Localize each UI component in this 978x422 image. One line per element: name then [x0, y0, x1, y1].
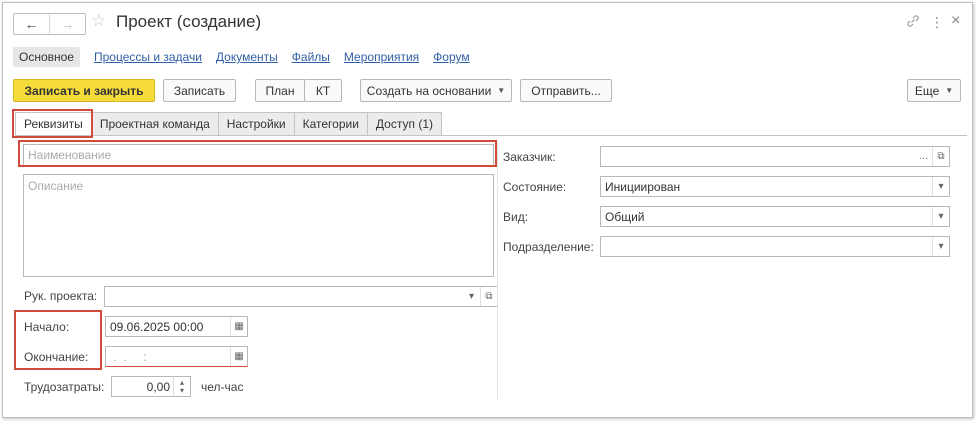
- dropdown-arrow-icon[interactable]: ▾: [932, 207, 949, 226]
- department-select[interactable]: ▾: [600, 236, 950, 257]
- description-placeholder: Описание: [28, 179, 84, 193]
- state-select[interactable]: Инициирован ▾: [600, 176, 950, 197]
- close-icon[interactable]: ×: [951, 12, 960, 30]
- dropdown-arrow-icon[interactable]: ▾: [932, 177, 949, 196]
- manager-label: Рук. проекта:: [24, 289, 98, 303]
- section-processes-link[interactable]: Процессы и задачи: [94, 50, 202, 64]
- ellipsis-icon[interactable]: …: [915, 147, 932, 166]
- tabs-underline: [15, 135, 967, 136]
- send-label: Отправить...: [531, 83, 601, 98]
- star-icon[interactable]: ☆: [91, 11, 106, 31]
- project-form-window: ← → ☆ Проект (создание) ⋮ × Основное Про…: [2, 2, 973, 418]
- link-icon[interactable]: [906, 14, 920, 31]
- send-button[interactable]: Отправить...: [520, 79, 612, 102]
- kind-label: Вид:: [503, 210, 529, 224]
- labor-value: 0,00: [146, 379, 170, 394]
- state-label: Состояние:: [503, 180, 567, 194]
- tab-access[interactable]: Доступ (1): [367, 112, 442, 136]
- column-divider: [497, 143, 498, 399]
- tab-categories-label: Категории: [302, 117, 359, 131]
- tab-project-team[interactable]: Проектная команда: [91, 112, 219, 136]
- more-vertical-icon[interactable]: ⋮: [930, 14, 944, 31]
- tab-settings-label: Настройки: [226, 117, 286, 131]
- end-date-input[interactable]: . . : ▦: [105, 346, 248, 367]
- more-button[interactable]: Еще ▼: [907, 79, 961, 102]
- labor-unit: чел-час: [201, 380, 244, 394]
- labor-input[interactable]: 0,00 ▴ ▾: [111, 376, 191, 397]
- plan-button[interactable]: План: [255, 79, 305, 102]
- dropdown-arrow-icon[interactable]: ▾: [932, 237, 949, 256]
- save-and-close-button[interactable]: Записать и закрыть: [13, 79, 155, 102]
- section-navigation: Основное Процессы и задачи Документы Фай…: [13, 47, 470, 67]
- more-label: Еще: [914, 83, 940, 98]
- plan-label: План: [265, 83, 295, 98]
- page-title: Проект (создание): [116, 12, 262, 31]
- start-label: Начало:: [24, 320, 70, 334]
- kt-button[interactable]: КТ: [304, 79, 342, 102]
- tab-categories[interactable]: Категории: [294, 112, 368, 136]
- calendar-icon[interactable]: ▦: [230, 317, 247, 336]
- section-events-link[interactable]: Мероприятия: [344, 50, 419, 64]
- tab-settings[interactable]: Настройки: [218, 112, 295, 136]
- kt-label: КТ: [315, 83, 331, 98]
- kind-select[interactable]: Общий ▾: [600, 206, 950, 227]
- department-label: Подразделение:: [503, 240, 594, 254]
- forward-button[interactable]: →: [49, 14, 85, 34]
- section-files-link[interactable]: Файлы: [292, 50, 330, 64]
- section-documents-link[interactable]: Документы: [216, 50, 278, 64]
- tab-project-team-label: Проектная команда: [99, 117, 210, 131]
- save-and-close-label: Записать и закрыть: [24, 83, 144, 98]
- arrow-right-icon: →: [60, 16, 75, 32]
- create-based-on-label: Создать на основании: [366, 83, 492, 98]
- state-value: Инициирован: [605, 179, 681, 194]
- chevron-down-icon: ▼: [497, 86, 506, 95]
- save-button[interactable]: Записать: [163, 79, 236, 102]
- customer-label: Заказчик:: [503, 150, 556, 164]
- labor-label: Трудозатраты:: [24, 380, 105, 394]
- end-label: Окончание:: [24, 350, 89, 364]
- description-textarea[interactable]: Описание: [23, 174, 494, 277]
- dropdown-arrow-icon[interactable]: ▾: [463, 287, 480, 306]
- highlight-tab-requisites: [12, 109, 93, 138]
- calendar-icon[interactable]: ▦: [230, 347, 247, 366]
- open-icon[interactable]: ⧉: [480, 287, 497, 306]
- manager-select[interactable]: ▾ ⧉: [104, 286, 498, 307]
- stepper-icon[interactable]: ▴ ▾: [173, 377, 190, 396]
- highlight-name-field: [18, 140, 497, 167]
- section-main[interactable]: Основное: [13, 47, 80, 67]
- chevron-down-icon: ▼: [945, 86, 954, 95]
- open-icon[interactable]: ⧉: [932, 147, 949, 166]
- start-date-value: 09.06.2025 00:00: [110, 319, 204, 334]
- navigation-buttons: ← →: [13, 13, 86, 35]
- section-forum-link[interactable]: Форум: [433, 50, 469, 64]
- create-based-on-button[interactable]: Создать на основании ▼: [360, 79, 512, 102]
- save-label: Записать: [173, 83, 226, 98]
- end-date-value: . . :: [110, 349, 147, 364]
- back-button[interactable]: ←: [14, 14, 49, 34]
- kind-value: Общий: [605, 209, 645, 224]
- tab-access-label: Доступ (1): [375, 117, 433, 131]
- customer-input[interactable]: … ⧉: [600, 146, 950, 167]
- start-date-input[interactable]: 09.06.2025 00:00 ▦: [105, 316, 248, 337]
- arrow-left-icon: ←: [24, 16, 39, 32]
